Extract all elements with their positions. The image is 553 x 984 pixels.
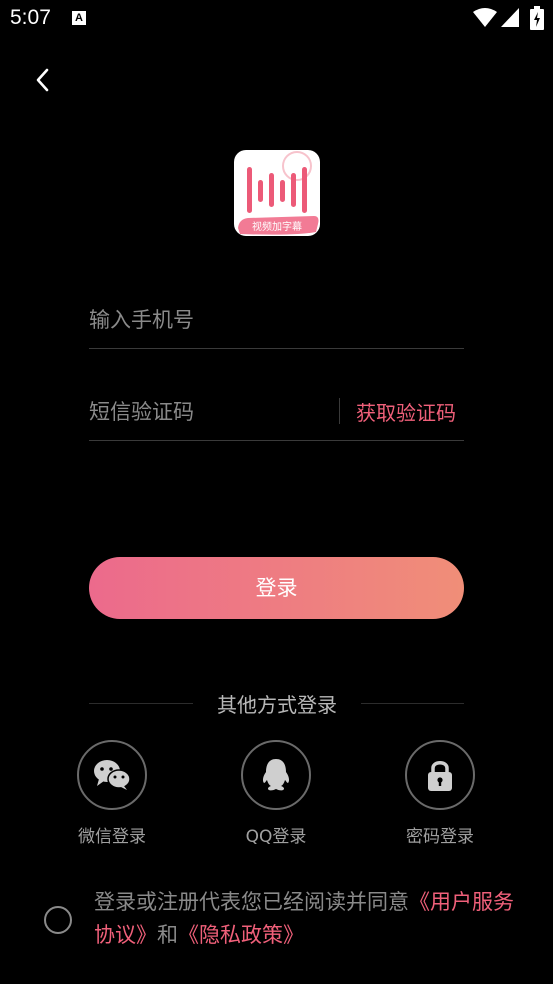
logo-text: 视频加字幕 bbox=[252, 220, 302, 233]
agreement-prefix: 登录或注册代表您已经阅读并同意 bbox=[94, 890, 409, 914]
app-logo: 视频加字幕 bbox=[234, 150, 320, 236]
field-divider bbox=[339, 398, 340, 424]
battery-icon bbox=[530, 6, 544, 30]
sms-code-field[interactable]: 短信验证码 获取验证码 bbox=[89, 384, 464, 441]
divider-left bbox=[89, 703, 193, 704]
divider-right bbox=[361, 703, 464, 704]
wifi-icon bbox=[473, 8, 497, 27]
notification-icon: A bbox=[72, 11, 86, 25]
agreement-conjunction: 和 bbox=[157, 923, 178, 947]
sms-code-placeholder: 短信验证码 bbox=[89, 400, 194, 424]
chevron-left-icon bbox=[36, 68, 49, 92]
other-methods-title: 其他方式登录 bbox=[217, 693, 337, 717]
qq-login-label: QQ登录 bbox=[245, 827, 307, 847]
agreement-checkbox[interactable] bbox=[44, 906, 72, 934]
phone-placeholder: 输入手机号 bbox=[89, 308, 194, 332]
privacy-policy-link[interactable]: 《隐私政策》 bbox=[178, 923, 304, 947]
lock-icon-circle[interactable] bbox=[405, 740, 475, 810]
qq-login-button[interactable]: QQ登录 bbox=[216, 740, 336, 847]
wechat-login-label: 微信登录 bbox=[78, 827, 146, 847]
status-bar: 5:07 A bbox=[0, 0, 553, 38]
password-login-label: 密码登录 bbox=[406, 827, 474, 847]
agreement-text: 登录或注册代表您已经阅读并同意《用户服务协议》和《隐私政策》 bbox=[94, 886, 534, 952]
back-button[interactable] bbox=[28, 64, 58, 96]
status-time: 5:07 bbox=[10, 6, 51, 29]
phone-field[interactable]: 输入手机号 bbox=[89, 292, 464, 349]
get-code-button[interactable]: 获取验证码 bbox=[356, 397, 456, 426]
wechat-login-button[interactable]: 微信登录 bbox=[52, 740, 172, 847]
lock-icon bbox=[428, 761, 452, 791]
wechat-icon bbox=[94, 760, 131, 790]
qq-icon-circle[interactable] bbox=[241, 740, 311, 810]
password-login-button[interactable]: 密码登录 bbox=[380, 740, 500, 847]
logo-graphic: 视频加字幕 bbox=[238, 151, 319, 235]
qq-icon bbox=[262, 759, 290, 791]
login-button[interactable]: 登录 bbox=[89, 557, 464, 619]
wechat-icon-circle[interactable] bbox=[77, 740, 147, 810]
signal-icon bbox=[501, 8, 519, 27]
